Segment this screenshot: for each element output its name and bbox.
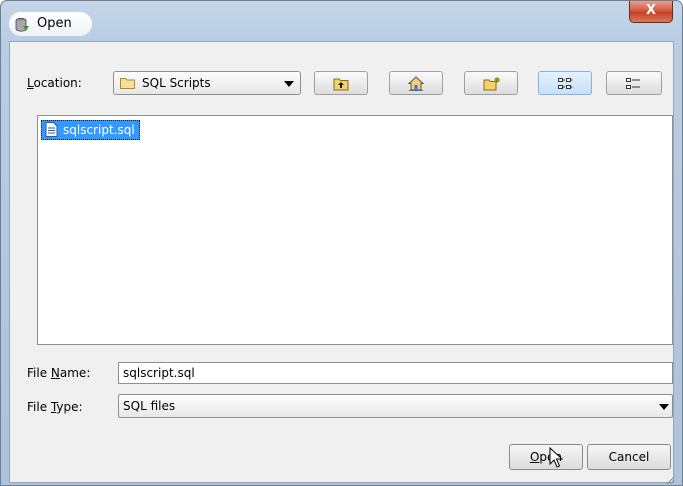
- file-type-value: SQL files: [123, 399, 176, 413]
- open-dialog: Open X Location: SQL Scripts sqlscript.s…: [0, 0, 683, 486]
- new-folder-icon: [483, 77, 500, 91]
- details-view-button[interactable]: [606, 71, 662, 95]
- title-bar[interactable]: Open X: [1, 1, 682, 41]
- file-name-field[interactable]: [118, 362, 673, 384]
- file-type-select[interactable]: SQL files: [118, 394, 673, 418]
- list-item[interactable]: sqlscript.sql: [41, 120, 140, 140]
- home-button[interactable]: [389, 71, 443, 95]
- open-button[interactable]: Open: [509, 444, 583, 470]
- location-value: SQL Scripts: [142, 76, 211, 90]
- resize-grip-icon[interactable]: [665, 475, 675, 485]
- file-name-label: File Name:: [27, 366, 91, 380]
- close-icon: X: [645, 3, 657, 18]
- mouse-cursor-icon: [549, 447, 563, 468]
- database-icon: [15, 17, 29, 32]
- location-combo[interactable]: SQL Scripts: [113, 71, 301, 95]
- location-label: Location:: [27, 76, 82, 90]
- list-view-button[interactable]: [538, 71, 592, 95]
- up-one-level-icon: [333, 78, 349, 91]
- new-folder-button[interactable]: [464, 71, 518, 95]
- list-view-icon: [558, 78, 573, 89]
- file-name: sqlscript.sql: [63, 123, 135, 137]
- cancel-button[interactable]: Cancel: [587, 444, 671, 470]
- chevron-down-icon: [659, 404, 669, 410]
- window-title-text: Open: [37, 16, 72, 31]
- up-one-level-button[interactable]: [314, 71, 368, 95]
- chevron-down-icon: [284, 81, 294, 87]
- details-view-icon: [626, 78, 640, 89]
- close-button[interactable]: X: [629, 1, 673, 23]
- folder-icon: [120, 78, 135, 89]
- document-icon: [45, 122, 58, 137]
- file-list[interactable]: sqlscript.sql: [37, 115, 673, 345]
- home-icon: [408, 76, 424, 91]
- file-type-label: File Type:: [27, 400, 83, 414]
